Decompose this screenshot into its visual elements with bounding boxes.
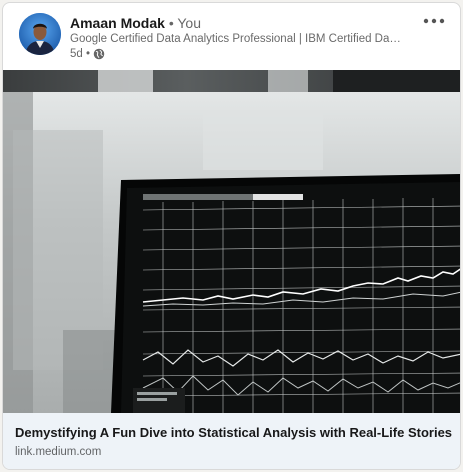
post-menu-button[interactable]: [416, 9, 452, 33]
post-meta: 5d •: [70, 47, 105, 61]
link-domain: link.medium.com: [15, 446, 102, 458]
globe-icon: [93, 48, 105, 60]
more-horizontal-icon: [423, 18, 445, 24]
author-name-row: Amaan Modak • You: [70, 14, 201, 32]
post-time: 5d •: [70, 48, 91, 60]
post-header: Amaan Modak • You Google Certified Data …: [3, 3, 460, 71]
link-preview-footer[interactable]: Demystifying A Fun Dive into Statistical…: [3, 413, 460, 469]
author-avatar[interactable]: [19, 13, 61, 55]
author-headline: Google Certified Data Analytics Professi…: [70, 33, 402, 45]
feed-post-card: Amaan Modak • You Google Certified Data …: [2, 2, 461, 470]
link-title[interactable]: Demystifying A Fun Dive into Statistical…: [15, 424, 452, 441]
avatar-image: [19, 13, 61, 55]
author-name[interactable]: Amaan Modak: [70, 15, 165, 31]
laptop-chart-image: [3, 70, 460, 413]
relationship-label: • You: [168, 15, 201, 31]
link-preview-image[interactable]: [3, 70, 460, 413]
